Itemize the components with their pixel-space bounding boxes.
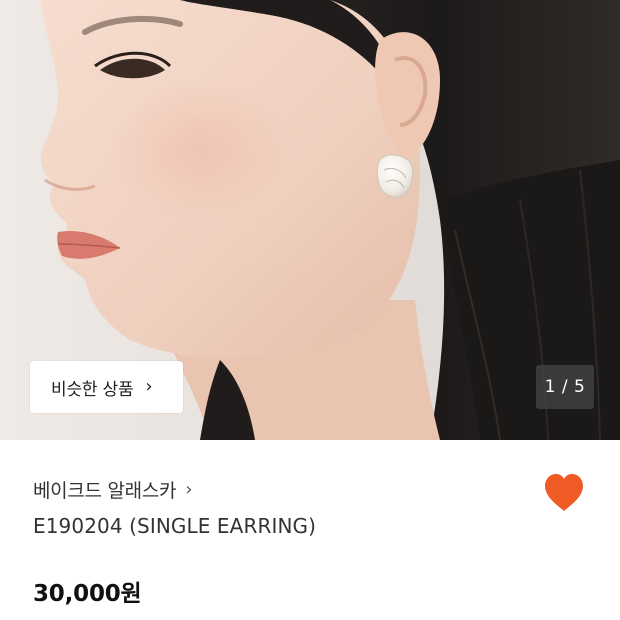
similar-products-label: 비슷한 상품 [51, 379, 134, 400]
product-detail-page: 비슷한 상품 › 1 / 5 베이크드 알래스카 › E190204 (SING… [0, 0, 620, 620]
chevron-right-icon: › [145, 376, 153, 397]
heart-icon [545, 474, 583, 511]
brand-link[interactable]: 베이크드 알래스카 › [33, 476, 192, 503]
chevron-right-icon: › [185, 479, 193, 500]
product-info: 베이크드 알래스카 › E190204 (SINGLE EARRING) 30,… [0, 440, 620, 620]
similar-products-button[interactable]: 비슷한 상품 › [30, 361, 183, 413]
earring-shape [376, 154, 414, 198]
product-title: E190204 (SINGLE EARRING) [33, 514, 317, 538]
product-image[interactable]: 비슷한 상품 › 1 / 5 [0, 0, 620, 440]
wishlist-button[interactable] [542, 472, 586, 514]
brand-name: 베이크드 알래스카 [33, 480, 177, 502]
image-counter: 1 / 5 [536, 365, 594, 409]
product-price: 30,000원 [33, 581, 142, 607]
